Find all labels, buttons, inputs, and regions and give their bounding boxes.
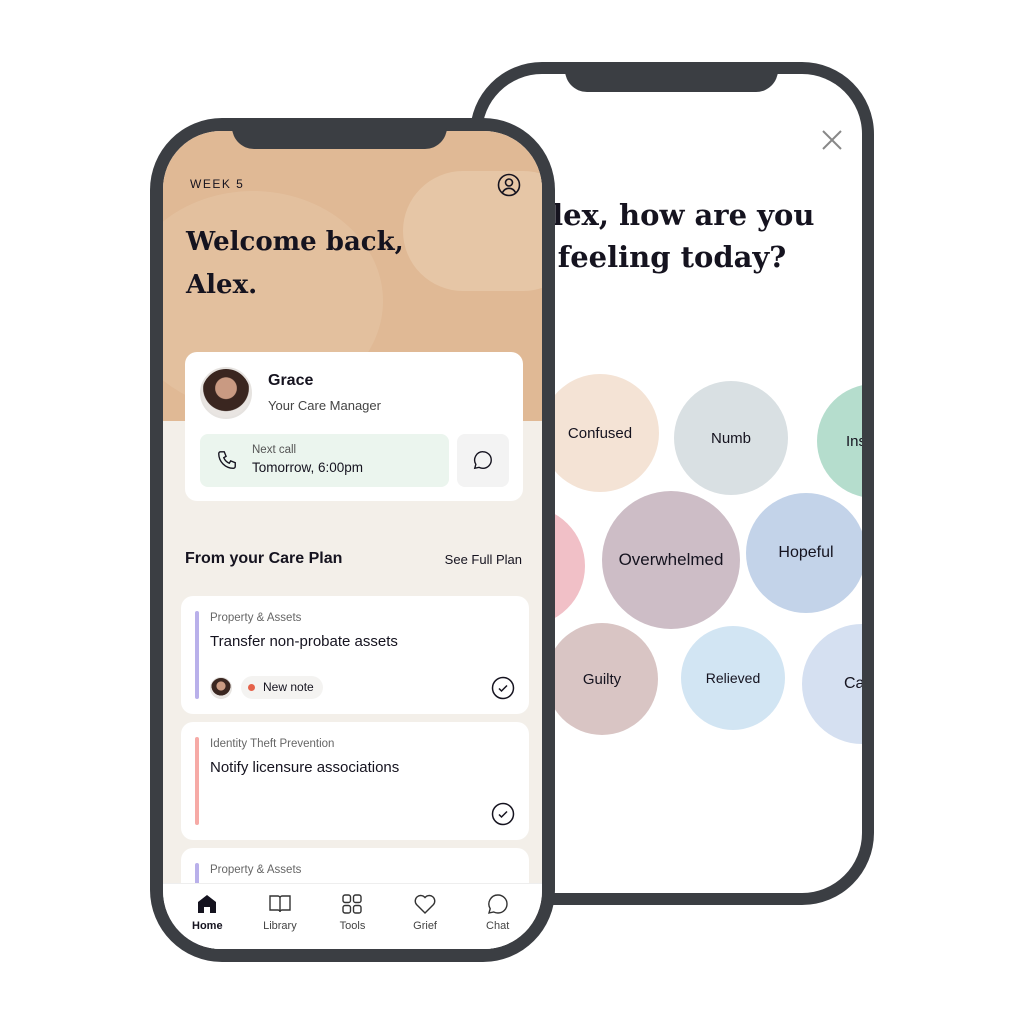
card-title: Notify licensure associations: [210, 759, 400, 776]
grid-icon: [342, 894, 363, 914]
card-title: Transfer non-probate assets: [210, 633, 398, 650]
tab-label: Home: [192, 920, 223, 932]
emotion-ca[interactable]: Ca: [802, 624, 862, 744]
tab-label: Library: [263, 920, 297, 932]
home-phone: WEEK 5 Welcome back, Alex. Grace Your Ca…: [150, 118, 555, 962]
card-accent: [195, 737, 199, 825]
profile-icon[interactable]: [497, 173, 521, 197]
tab-label: Chat: [486, 920, 510, 932]
decor-shape: [403, 171, 542, 291]
check-circle-icon[interactable]: [491, 802, 515, 826]
care-manager-name: Grace: [268, 372, 314, 389]
tab-bar: Home Library Tools Grief Chat: [163, 883, 542, 949]
emotion-guilty[interactable]: Guilty: [546, 623, 658, 735]
card-category: Identity Theft Prevention: [210, 738, 335, 750]
tab-chat[interactable]: Chat: [468, 884, 528, 949]
notch: [565, 62, 778, 92]
card-category: Property & Assets: [210, 864, 302, 876]
tab-library[interactable]: Library: [250, 884, 310, 949]
check-circle-icon[interactable]: [491, 676, 515, 700]
section-title: From your Care Plan: [185, 550, 343, 567]
card-category: Property & Assets: [210, 612, 302, 624]
tab-label: Grief: [413, 920, 437, 932]
next-call-time: Tomorrow, 6:00pm: [252, 460, 364, 475]
avatar: [200, 367, 252, 419]
tab-home[interactable]: Home: [177, 884, 237, 949]
chat-bubble-icon: [487, 894, 508, 914]
week-label: WEEK 5: [190, 177, 245, 191]
emotion-numb[interactable]: Numb: [674, 381, 788, 495]
notch: [232, 118, 447, 149]
user-name: Alex.: [186, 270, 258, 300]
emotion-overwhelmed[interactable]: Overwhelmed: [602, 491, 740, 629]
tab-grief[interactable]: Grief: [395, 884, 455, 949]
care-plan-card[interactable]: Identity Theft Prevention Notify licensu…: [181, 722, 529, 840]
avatar: [210, 677, 232, 699]
welcome-line: Welcome back,: [186, 227, 404, 257]
close-icon[interactable]: [820, 128, 844, 152]
care-manager-card: Grace Your Care Manager Next call Tomorr…: [185, 352, 523, 501]
next-call-button[interactable]: Next call Tomorrow, 6:00pm: [200, 434, 449, 487]
heart-icon: [414, 894, 436, 914]
card-accent: [195, 611, 199, 699]
home-screen: WEEK 5 Welcome back, Alex. Grace Your Ca…: [163, 131, 542, 949]
phone-icon: [218, 451, 236, 469]
emotion-hopeful[interactable]: Hopeful: [746, 493, 862, 613]
new-note-badge[interactable]: New note: [241, 676, 323, 699]
emotion-ins[interactable]: Ins: [817, 384, 862, 498]
care-plan-card[interactable]: Property & Assets Transfer non-probate a…: [181, 596, 529, 714]
welcome-heading: Welcome back, Alex.: [186, 221, 404, 307]
home-icon: [198, 895, 217, 913]
emotion-confused[interactable]: Confused: [541, 374, 659, 492]
message-button[interactable]: [457, 434, 509, 487]
book-icon: [269, 895, 291, 913]
next-call-label: Next call: [252, 444, 297, 456]
emotion-relieved[interactable]: Relieved: [681, 626, 785, 730]
tab-label: Tools: [339, 920, 366, 932]
care-manager-role: Your Care Manager: [268, 398, 381, 413]
chat-bubble-icon: [473, 451, 492, 470]
tab-tools[interactable]: Tools: [322, 884, 382, 949]
see-full-plan-link[interactable]: See Full Plan: [445, 552, 522, 567]
